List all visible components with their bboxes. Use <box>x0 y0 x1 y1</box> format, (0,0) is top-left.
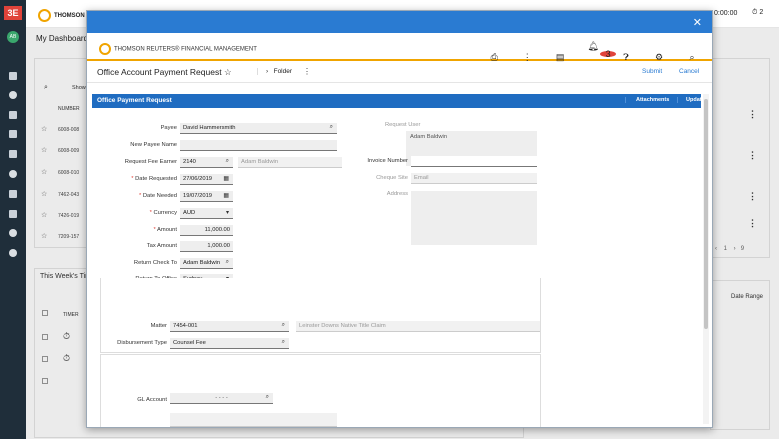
cheque-site-label: Cheque Site <box>376 175 408 181</box>
gl-account-label: GL Account <box>137 397 167 403</box>
search-icon[interactable]: ⌕ <box>266 394 269 401</box>
submit-button[interactable]: Submit <box>642 68 662 75</box>
gl-description <box>170 413 337 427</box>
date-requested-value: 27/06/2019 <box>183 176 213 182</box>
fee-earner-label: Request Fee Earner <box>124 159 177 165</box>
date-needed-label-text: Date Needed <box>142 193 177 199</box>
payee-value: David Hammersmith <box>183 125 236 131</box>
date-requested-label-text: Date Requested <box>135 176 177 182</box>
section-title: Office Payment Request <box>97 97 172 104</box>
currency-label: * Currency <box>149 210 177 216</box>
timer-count-value: 2 <box>759 9 764 16</box>
gl-account-value: - - - - <box>215 395 228 401</box>
form-title: Office Account Payment Request ☆ <box>97 67 232 78</box>
timer-count[interactable]: ⏱ 2 <box>752 9 763 17</box>
disbursement-select[interactable]: Counsel Fee ⌕ <box>170 338 289 349</box>
search-icon[interactable]: ⌕ <box>282 322 285 329</box>
search-icon[interactable]: ⌕ <box>226 259 229 266</box>
fee-earner-field[interactable]: 2140 ⌕ <box>180 157 233 168</box>
currency-select[interactable]: AUD ▾ <box>180 208 233 219</box>
date-needed-label: * Date Needed <box>138 193 177 199</box>
matter-value: 7454-001 <box>173 323 198 329</box>
calendar-icon[interactable]: ▦ <box>223 192 229 199</box>
brand-bar: THOMSON REUTERS® FINANCIAL MANAGEMENT ⎙ … <box>87 33 712 62</box>
amount-label: * Amount <box>153 227 177 233</box>
circle-icon-2[interactable] <box>9 229 17 237</box>
report-icon[interactable] <box>9 210 17 218</box>
currency-label-text: Currency <box>153 210 177 216</box>
return-check-value: Adam Baldwin <box>183 260 221 266</box>
bell-icon[interactable]: 🔔︎3 <box>585 41 617 62</box>
currency-value: AUD <box>183 210 196 216</box>
date-needed-value: 19/07/2019 <box>183 193 213 199</box>
circle-icon-3[interactable] <box>9 249 17 257</box>
folder-button[interactable]: › Folder <box>257 68 292 75</box>
address-field <box>411 191 537 245</box>
cancel-button[interactable]: Cancel <box>679 68 699 75</box>
notification-badge: 3 <box>600 50 617 59</box>
search-icon[interactable]: ⌕ <box>226 158 229 165</box>
favorite-star-icon[interactable]: ☆ <box>224 67 232 77</box>
date-requested-label: * Date Requested <box>131 176 177 182</box>
left-sidebar: 3E AB <box>0 0 26 439</box>
amount-label-text: Amount <box>157 227 177 233</box>
timer-display: 0:00:00 <box>714 10 738 17</box>
fee-earner-value: 2140 <box>183 159 196 165</box>
date-requested-field[interactable]: 27/06/2019 ▦ <box>180 174 233 185</box>
tax-amount-label: Tax Amount <box>146 243 177 249</box>
attachments-button[interactable]: Attachments <box>625 97 669 103</box>
payee-field[interactable]: David Hammersmith ⌕ <box>180 123 337 134</box>
scrollbar-thumb[interactable] <box>704 99 708 329</box>
modal-header: ✕ <box>87 11 712 33</box>
payment-request-modal: ✕ THOMSON REUTERS® FINANCIAL MANAGEMENT … <box>86 10 713 428</box>
address-label: Address <box>386 191 408 197</box>
new-payee-label: New Payee Name <box>130 142 177 148</box>
fee-earner-name: Adam Baldwin <box>238 157 342 168</box>
cheque-site-field: Email <box>411 173 537 184</box>
gl-account-field[interactable]: - - - - ⌕ <box>170 393 273 404</box>
document-icon[interactable] <box>9 190 17 198</box>
search-icon[interactable]: ⌕ <box>330 124 333 131</box>
brand-logo: THOMSON <box>38 9 85 22</box>
return-check-label: Return Check To <box>133 260 177 266</box>
date-needed-field[interactable]: 19/07/2019 ▦ <box>180 191 233 202</box>
edit-icon[interactable] <box>9 150 17 158</box>
close-icon[interactable]: ✕ <box>693 16 702 29</box>
disbursement-label: Disbursement Type <box>117 340 167 346</box>
section-header: Office Payment Request Attachments Updat… <box>92 94 705 108</box>
invoice-label: Invoice Number <box>367 158 408 164</box>
matter-description: Leinster Downs Native Title Claim <box>296 321 540 332</box>
disbursement-value: Counsel Fee <box>173 340 206 346</box>
people-icon[interactable] <box>9 111 17 119</box>
update-button[interactable]: Update <box>677 97 705 103</box>
circle-icon-1[interactable] <box>9 170 17 178</box>
form-title-text: Office Account Payment Request <box>97 67 222 77</box>
invoice-field[interactable] <box>411 156 537 167</box>
matter-label: Matter <box>150 323 167 329</box>
chevron-down-icon: ▾ <box>225 210 229 216</box>
grid-icon[interactable] <box>9 72 17 80</box>
briefcase-icon[interactable] <box>9 130 17 138</box>
brand-name: THOMSON REUTERS® FINANCIAL MANAGEMENT <box>99 43 257 55</box>
folder-label: Folder <box>273 68 293 75</box>
return-check-field[interactable]: Adam Baldwin ⌕ <box>180 258 233 269</box>
form-header: Office Account Payment Request ☆ › Folde… <box>87 61 712 83</box>
avatar[interactable]: AB <box>7 31 19 43</box>
search-icon[interactable]: ⌕ <box>282 339 285 346</box>
more-icon[interactable]: ⋮ <box>303 67 311 76</box>
app-logo[interactable]: 3E <box>4 6 22 20</box>
calendar-icon[interactable]: ▦ <box>223 175 229 182</box>
clock-icon[interactable] <box>9 91 17 99</box>
matter-field[interactable]: 7454-001 ⌕ <box>170 321 289 332</box>
new-payee-field[interactable] <box>180 140 337 151</box>
payee-label: Payee <box>160 125 177 131</box>
tax-amount-field[interactable]: 1,000.00 <box>180 241 233 252</box>
amount-field[interactable]: 11,000.00 <box>180 225 233 236</box>
request-user-label: Request User <box>385 122 421 128</box>
